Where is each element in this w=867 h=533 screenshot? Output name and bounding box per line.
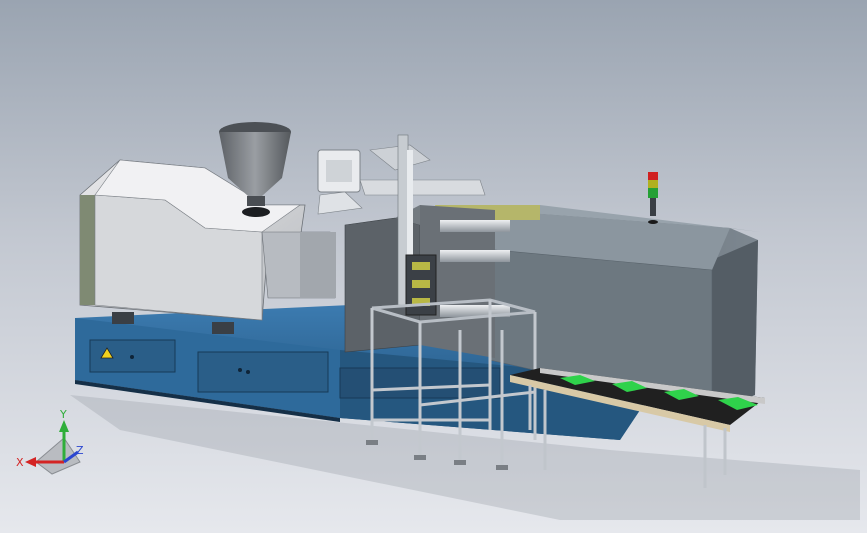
base-cabinet-door-right[interactable]	[197, 351, 329, 393]
door-handle	[246, 370, 250, 374]
door-handle	[130, 355, 134, 359]
x-axis-label: X	[16, 456, 24, 469]
tie-bar	[440, 250, 510, 262]
machine-foot	[212, 322, 234, 334]
tie-bar	[440, 220, 510, 232]
coordinate-triad: Y X Z	[16, 408, 84, 475]
injection-molding-machine-model[interactable]: Y X Z	[0, 0, 867, 533]
cad-viewport[interactable]: Y X Z	[0, 0, 867, 533]
y-axis-label: Y	[59, 408, 67, 421]
door-handle	[238, 368, 242, 372]
signal-tower-light	[648, 172, 658, 224]
z-axis-label: Z	[76, 444, 84, 457]
machine-foot	[112, 312, 134, 324]
